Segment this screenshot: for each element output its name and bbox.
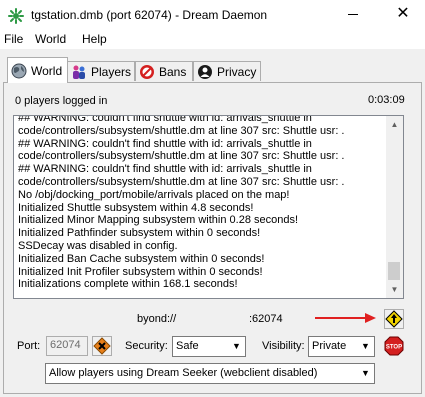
log-line: code/controllers/subsystem/shuttle.dm at… [18,175,345,188]
log-line: Initialized Init Profiler subsystem with… [18,265,263,278]
log-line: Initialized Pathfinder subsystem within … [18,227,261,240]
launch-icon[interactable] [384,309,404,329]
tab-players-label: Players [91,64,132,79]
window-title: tgstation.dmb (port 62074) - Dream Daemo… [31,8,268,22]
webclient-value: Allow players using Dream Seeker (webcli… [49,367,318,379]
visibility-label: Visibility: [262,340,305,352]
log-line: Initializations complete within 168.1 se… [18,278,238,291]
stop-icon[interactable]: STOP [384,336,404,356]
privacy-icon [198,64,212,79]
ban-icon [140,64,154,79]
security-label: Security: [125,340,168,352]
players-icon [73,65,85,79]
tab-bans-label: Bans [159,64,187,79]
log-line: ## WARNING: couldn't find shuttle with i… [18,115,312,124]
menu-help[interactable]: Help [82,32,107,46]
menu-world[interactable]: World [35,32,66,46]
chevron-down-icon: ▼ [361,341,370,351]
tab-privacy[interactable]: Privacy [193,61,261,81]
scroll-up-icon[interactable]: ▲ [386,116,403,133]
tab-privacy-label: Privacy [217,64,257,79]
tab-strip: World Players Bans Privacy [0,57,425,83]
server-url-label: byond:// [137,313,177,325]
log-line: Initialized Ban Cache subsystem within 0… [18,252,265,265]
scroll-down-icon[interactable]: ▼ [386,281,403,298]
scroll-thumb[interactable] [388,262,400,280]
tab-world[interactable]: World [7,57,68,83]
close-icon[interactable]: ✕ [393,4,413,24]
title-bar: tgstation.dmb (port 62074) - Dream Daemo… [0,0,425,31]
tab-bans[interactable]: Bans [135,61,193,81]
tab-players[interactable]: Players [67,61,135,81]
webclient-select[interactable]: Allow players using Dream Seeker (webcli… [45,363,375,384]
log-line: No /obj/docking_port/mobile/arrivals pla… [18,188,290,201]
reset-port-icon[interactable] [92,336,112,356]
log-line: Initialized Minor Mapping subsystem with… [18,214,299,227]
server-port-display: :62074 [249,313,283,325]
port-input[interactable]: 62074 [46,336,88,356]
players-count: 0 players logged in [15,95,108,107]
log-line: ## WARNING: couldn't find shuttle with i… [18,137,312,150]
log-line: code/controllers/subsystem/shuttle.dm at… [18,124,345,137]
security-value: Safe [176,340,199,352]
chevron-down-icon: ▼ [232,341,241,351]
log-line: ## WARNING: couldn't find shuttle with i… [18,163,312,176]
globe-icon [11,63,27,78]
stop-icon-label: STOP [386,345,402,351]
log-lines: ## WARNING: couldn't find shuttle with i… [18,115,384,291]
server-log[interactable]: ## WARNING: couldn't find shuttle with i… [13,115,404,299]
arrow-icon [315,313,376,323]
minimize-icon[interactable] [345,4,361,24]
dream-daemon-icon [8,8,24,24]
tab-world-label: World [31,63,63,78]
log-line: code/controllers/subsystem/shuttle.dm at… [18,150,345,163]
visibility-value: Private [312,340,347,352]
log-line: Initialized Shuttle subsystem within 4.8… [18,201,254,214]
log-line: SSDecay was disabled in config. [18,239,178,252]
visibility-select[interactable]: Private ▼ [308,336,375,357]
security-select[interactable]: Safe ▼ [172,336,246,357]
menu-file[interactable]: File [4,32,23,46]
uptime-timer: 0:03:09 [368,94,405,106]
port-label: Port: [17,340,41,352]
chevron-down-icon: ▼ [361,368,370,378]
log-scrollbar[interactable]: ▲ ▼ [386,116,403,298]
menu-bar: File World Help [0,31,425,49]
